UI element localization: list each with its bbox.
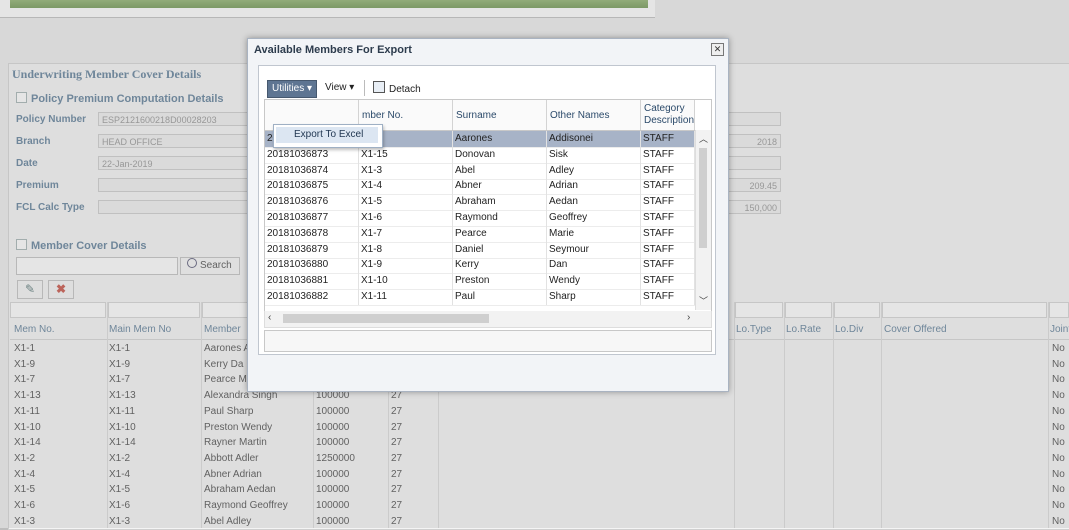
grid-cell: Adley [547, 162, 641, 179]
grid-row[interactable]: 20181036882 X1-11 Paul Sharp STAFF [265, 289, 695, 306]
chevron-down-icon: ▾ [307, 83, 313, 94]
grid-row[interactable]: 20181036877 X1-6 Raymond Geoffrey STAFF [265, 210, 695, 227]
horizontal-scrollbar[interactable]: ‹ › [264, 311, 712, 328]
close-icon: ✕ [713, 44, 722, 54]
grid-cell: X1-8 [359, 241, 453, 258]
grid-cell: Preston [453, 273, 547, 290]
grid-cell: STAFF [641, 194, 695, 211]
grid-cell: Raymond [453, 210, 547, 226]
grid-cell: Seymour [547, 241, 641, 258]
grid-row[interactable]: 20181036881 X1-10 Preston Wendy STAFF [265, 273, 695, 291]
grid-cell: STAFF [641, 289, 695, 305]
grid-cell: STAFF [641, 178, 695, 195]
grid-cell: STAFF [641, 162, 695, 179]
grid-cell: Adrian [547, 178, 641, 195]
dialog-title: Available Members For Export [254, 44, 412, 56]
grid-cell: Sisk [547, 146, 641, 163]
col-header-surname[interactable]: Surname [453, 100, 547, 130]
grid-cell: X1-9 [359, 257, 453, 274]
grid-cell: 20181036878 [265, 225, 359, 242]
col-header-other-names[interactable]: Other Names [547, 100, 641, 130]
grid-cell: 20181036882 [265, 289, 359, 305]
grid-cell: Aedan [547, 194, 641, 211]
detach-button[interactable]: Detach [369, 80, 425, 96]
grid-cell: 20181036876 [265, 194, 359, 211]
export-dialog: Available Members For Export ✕ Utilities… [247, 38, 729, 392]
grid-cell: Abraham [453, 194, 547, 211]
utilities-dropdown: Export To Excel [273, 124, 383, 148]
grid-cell: STAFF [641, 225, 695, 242]
grid-cell: 20181036879 [265, 241, 359, 258]
detach-icon [373, 81, 385, 93]
grid-cell: 20181036877 [265, 210, 359, 226]
utilities-menu-button[interactable]: Utilities ▾ [267, 80, 318, 98]
export-to-excel-item[interactable]: Export To Excel [276, 127, 378, 143]
grid-cell: Daniel [453, 241, 547, 258]
grid-cell: X1-15 [359, 146, 453, 163]
grid-cell: Addisonei [547, 131, 641, 147]
grid-row[interactable]: 20181036879 X1-8 Daniel Seymour STAFF [265, 241, 695, 259]
toolbar-separator [364, 80, 365, 96]
toolbar: Utilities ▾ View ▾ Detach [265, 78, 709, 98]
grid-cell: 20181036881 [265, 273, 359, 290]
grid-cell: X1-11 [359, 289, 453, 305]
grid-cell: Sharp [547, 289, 641, 305]
grid-cell: 20181036873 [265, 146, 359, 163]
grid-cell: X1-4 [359, 178, 453, 195]
grid-row[interactable]: 20181036878 X1-7 Pearce Marie STAFF [265, 225, 695, 243]
grid-cell: STAFF [641, 273, 695, 290]
hscroll-thumb[interactable] [283, 314, 489, 323]
grid-cell: STAFF [641, 131, 695, 147]
scroll-left-icon[interactable]: ‹ [268, 312, 271, 323]
grid-cell: 20181036880 [265, 257, 359, 274]
chevron-down-icon: ▾ [349, 82, 355, 93]
grid-cell: Wendy [547, 273, 641, 290]
grid-cell: Abel [453, 162, 547, 179]
grid-row[interactable]: 20181036873 X1-15 Donovan Sisk STAFF [265, 146, 695, 164]
grid-cell: Kerry [453, 257, 547, 274]
view-menu-button[interactable]: View ▾ [321, 80, 358, 96]
grid-cell: X1-5 [359, 194, 453, 211]
dialog-content: Utilities ▾ View ▾ Detach mber No. Surna… [258, 65, 716, 355]
grid-cell: STAFF [641, 241, 695, 258]
grid-cell: STAFF [641, 257, 695, 274]
grid-cell: Aarones [453, 131, 547, 147]
grid-row[interactable]: 20181036875 X1-4 Abner Adrian STAFF [265, 178, 695, 196]
scroll-up-icon[interactable]: ︿ [699, 132, 708, 145]
grid-cell: X1-7 [359, 225, 453, 242]
grid-cell: X1-6 [359, 210, 453, 226]
grid-row[interactable]: 20181036874 X1-3 Abel Adley STAFF [265, 162, 695, 180]
grid-cell: Geoffrey [547, 210, 641, 226]
grid-cell: Donovan [453, 146, 547, 163]
col-header-category[interactable]: Category Description [641, 100, 695, 130]
grid-status-bar [264, 330, 712, 352]
grid-cell: Pearce [453, 225, 547, 242]
grid-cell: Dan [547, 257, 641, 274]
grid-cell: STAFF [641, 146, 695, 163]
scroll-right-icon[interactable]: › [687, 312, 690, 323]
scroll-thumb[interactable] [699, 148, 707, 248]
grid-row[interactable]: 20181036876 X1-5 Abraham Aedan STAFF [265, 194, 695, 212]
grid-row[interactable]: 20181036880 X1-9 Kerry Dan STAFF [265, 257, 695, 275]
grid-cell: 20181036874 [265, 162, 359, 179]
grid-cell: 20181036875 [265, 178, 359, 195]
grid-cell: X1-3 [359, 162, 453, 179]
grid-cell: Paul [453, 289, 547, 305]
close-button[interactable]: ✕ [711, 43, 724, 56]
scroll-down-icon[interactable]: ﹀ [699, 294, 708, 307]
grid-cell: Marie [547, 225, 641, 242]
grid-cell: Abner [453, 178, 547, 195]
grid-cell: X1-10 [359, 273, 453, 290]
grid-cell: STAFF [641, 210, 695, 226]
vertical-scrollbar[interactable]: ︿ ﹀ [695, 130, 711, 310]
